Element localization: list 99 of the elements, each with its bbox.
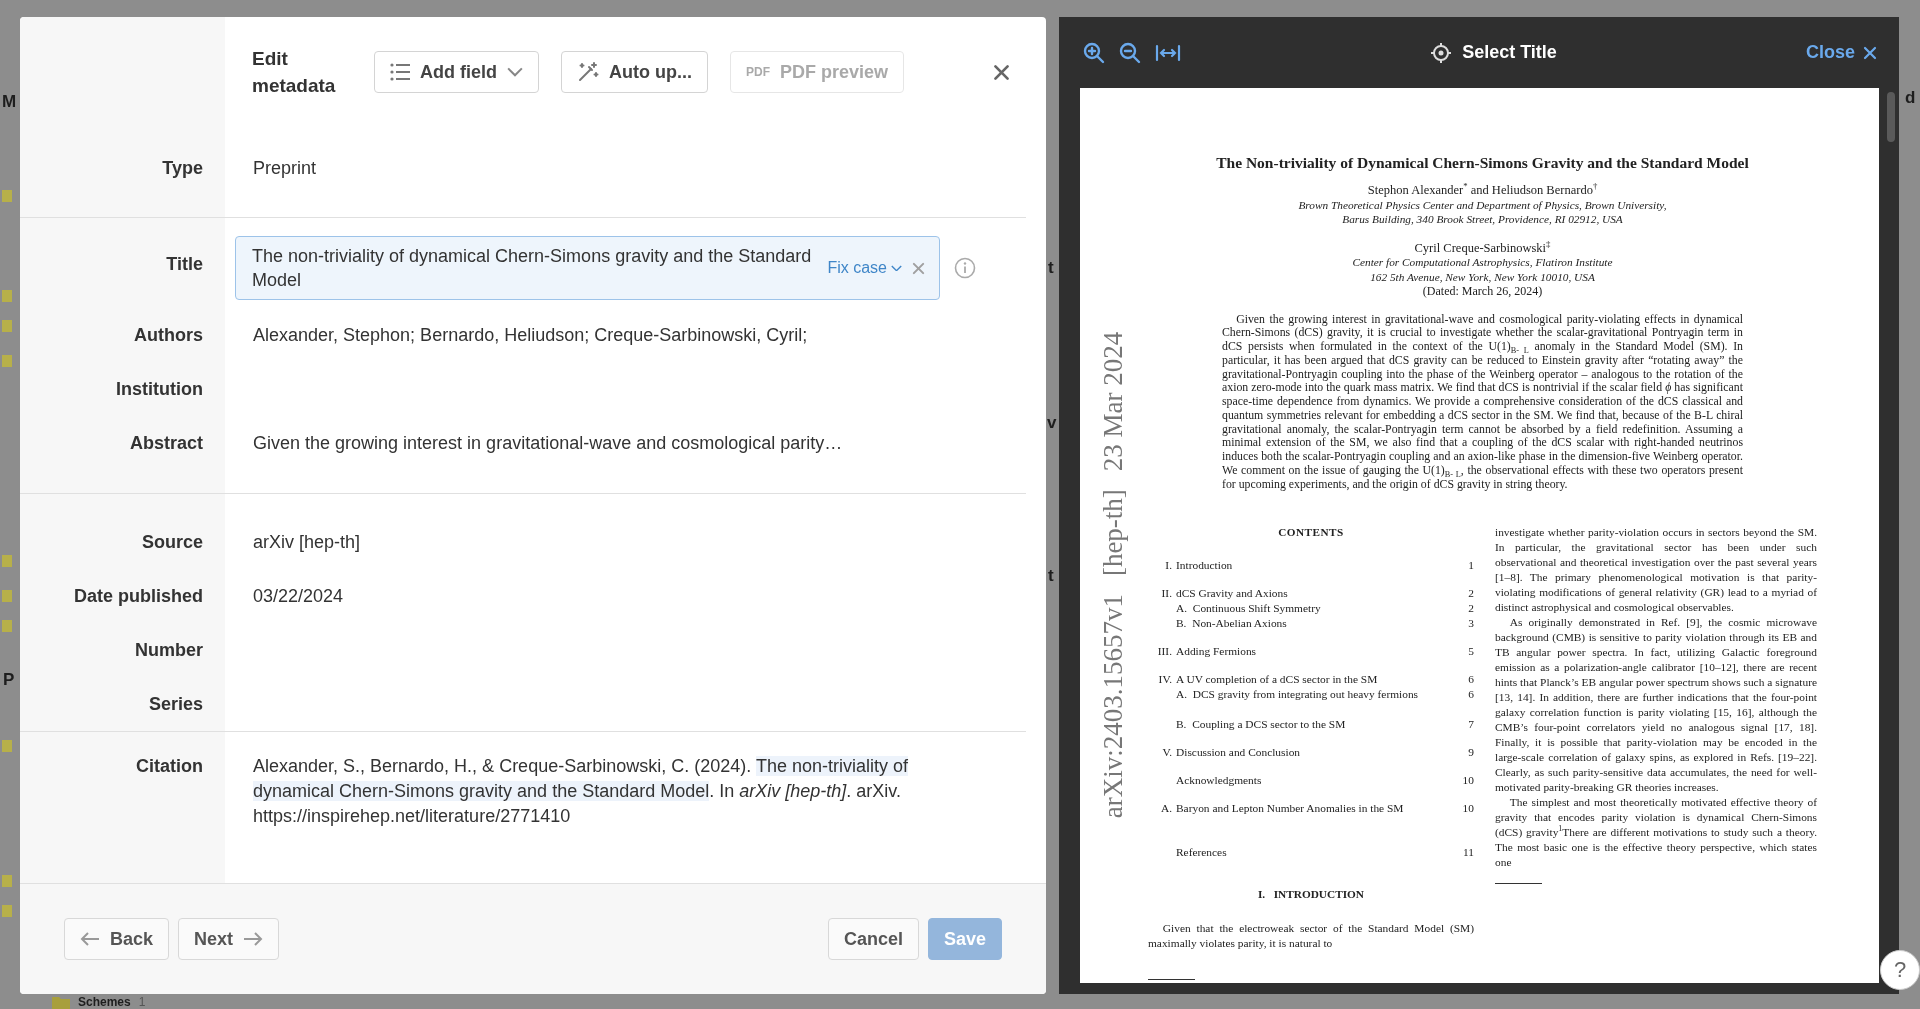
toc-title[interactable]: dCS Gravity and Axions: [1176, 586, 1459, 602]
affiliation-line: 162 5th Avenue, New York, New York 10010, USA: [1369, 269, 1596, 284]
stamp-text: arXiv:2403.15657v1: [1098, 594, 1128, 819]
field-label: Title: [165, 253, 204, 276]
mode-title: Select Title: [1462, 42, 1557, 63]
fit-width-icon[interactable]: [1155, 43, 1181, 62]
author-names: Cyril Creque-Sarbinowski$^{‡}$: [1413, 240, 1552, 255]
toc-page: 2: [1467, 601, 1474, 617]
field-value[interactable]: Alexander, Stephon; Bernardo, Heliudson; Creque-Sarbinowski, Cyril;: [225, 308, 1026, 362]
toc-number: III.: [1156, 644, 1172, 660]
toc-page: 6: [1467, 672, 1474, 688]
folder-count: 1: [138, 995, 146, 1009]
field-label: Citation: [135, 755, 204, 778]
date-line: (Dated: March 26, 2024): [1421, 284, 1544, 299]
close-button[interactable]: [993, 63, 1010, 81]
toc-title[interactable]: B. Coupling a DCS sector to the SM: [1176, 717, 1459, 733]
close-icon: [1863, 45, 1877, 60]
scrollbar[interactable]: [1887, 92, 1895, 142]
toc-title[interactable]: References: [1176, 845, 1459, 861]
next-button[interactable]: Next: [178, 918, 280, 960]
chevron-down-icon: [891, 264, 902, 272]
background-text: t: [1048, 258, 1054, 278]
field-value[interactable]: Preprint: [225, 141, 1026, 195]
body-paragraph: Given that the electroweak sector of the Standard Model (SM) maximally violates parity, it is natural to: [1148, 921, 1474, 952]
arrow-left-icon: [80, 932, 100, 946]
background-text: P: [3, 670, 15, 690]
toc-page: 2: [1467, 586, 1474, 602]
toc-title[interactable]: B. Non-Abelian Axions: [1176, 616, 1459, 632]
toc-title[interactable]: A. Continuous Shift Symmetry: [1176, 601, 1459, 617]
background-text: M: [2, 92, 17, 112]
abstract-paragraph: Given the growing interest in gravitational-wave and cosmological parity-violating effects in dynamical Chern-Simons (dCS) gravity, it is crucial to investigate whether the scalar-gravitational Pontryagin term in dCS persists when formulated in the context of the U(1)$_{B- L}$ anomaly in the Standard Model (SM). In particular, it has been argued that dCS gravity can be reduced to Einstein gravity after “rotating away” the gravitational-Pontryagin coupling into the phase of the Weinberg operator – analogous to the rotation of the axion zero-mode into the quark mass matrix. We find that dCS is nontrivial if the scalar field ϕ has significant space-time dependence from dynamics. We provide a comprehensive consideration of the dCS classical and quantum symmetries relevant for embedding a dCS sector in the SM. We find that, because of the B-L chiral gravitational anomaly, the scalar-Pontryagin term cannot be absorbed by a field redefinition. Assuming a minimal extension of the SM, we also find that a coupling of the dCS scalar with right-handed neutrinos induces both the scalar-Pontryagin coupling and an axion-like phase in the dimension-five Weinberg operator. We comment on the issue of gauging the U(1)$_{B- L}$, the observational effects with these two operators present for upcoming experiments, and the origin of dCS gravity in string theory.: [1222, 312, 1743, 492]
toolbar-button[interactable]: Auto up...: [561, 51, 708, 93]
close-button[interactable]: Close: [1805, 42, 1877, 63]
toolbar-button[interactable]: Add field: [374, 51, 539, 93]
toc-page: 11: [1462, 845, 1474, 861]
toc-title[interactable]: Baryon and Lepton Number Anomalies in the SM: [1176, 801, 1459, 817]
pdf-icon: PDF: [746, 65, 770, 79]
citation-text: Alexander, S., Bernardo, H., & Creque-Sarbinowski, C. (2024). The non-triviality of dynamical Chern-Simons gravity and the Standard Model. In arXiv [hep-th]. arXiv. https://inspirehep.net/literature/2771410: [252, 755, 909, 828]
clear-icon: [912, 261, 925, 275]
field-label: Number: [134, 639, 204, 662]
body-paragraph: investigate whether parity-violation occurs in sectors beyond the SM. In particular, the gravitational sector has been under such observational and theoretical investigation over the past several years [1–8]. The primary phenomenological motivation is that parity-violating modifications of general relativity (GR) lead to a myriad of distinct astrophysical and cosmological observables.: [1495, 525, 1817, 616]
toc-page: 10: [1462, 773, 1474, 789]
toc-title[interactable]: A UV completion of a dCS sector in the SM: [1176, 672, 1459, 688]
cancel-button[interactable]: Cancel: [827, 918, 919, 960]
field-label: Source: [140, 531, 204, 554]
title-field[interactable]: The non-triviality of dynamical Chern-Simons gravity and the Standard Model Fix case: [235, 236, 940, 300]
field-value[interactable]: 03/22/2024: [225, 569, 1026, 623]
contents-heading: CONTENTS: [1277, 525, 1345, 541]
background-text: v: [1047, 413, 1057, 433]
field-label: Abstract: [128, 432, 204, 455]
field-label: Date published: [73, 585, 204, 608]
toc-number: IV.: [1157, 672, 1172, 688]
author-names: Stephon Alexander$^{*}$ and Heliudson Bernardo$^{†}$: [1366, 183, 1599, 198]
toc-page: 10: [1462, 801, 1474, 817]
toc-title[interactable]: A. DCS gravity from integrating out heavy fermions: [1176, 687, 1459, 703]
toc-number: I.: [1164, 558, 1172, 574]
field-label: Authors: [133, 324, 204, 347]
toc-title[interactable]: Introduction: [1176, 558, 1459, 574]
toc-title[interactable]: Adding Fermions: [1176, 644, 1459, 660]
toc-number: A.: [1159, 801, 1172, 817]
toc-page: 5: [1467, 644, 1474, 660]
field-label: Type: [161, 157, 204, 180]
help-button[interactable]: ?: [1880, 950, 1920, 990]
field-label: Series: [147, 693, 204, 716]
body-paragraph: As originally demonstrated in Ref. [9], the cosmic microwave background (CMB) is sensitive to parity violation through its EB and TB angular power spectra. In fact, utilizing Galactic foreground emission as a polarization-angle calibrator [10–12], there are recent hints that Planck’s EB angular power spectrum shows such a signature [13, 14]. In addition, there are further indications that the four-point galaxy correlation function is parity violating [15, 16], although the CMB’s four-point correlators yield no analogous signal [17, 18]. Finally, it is possible that parity-violation may be encoded in the large-scale correlation of galaxy spins, as explored in Refs. [19–22]. Clearly, as such parity-sensitive data accumulates, the need for well-motivated parity-breaking GR theories increases.: [1495, 615, 1817, 796]
background-text: t: [1048, 566, 1054, 586]
arrow-right-icon: [243, 932, 264, 946]
close-icon: [993, 63, 1010, 81]
toc-number: II.: [1160, 586, 1172, 602]
list-icon: [390, 63, 410, 81]
field-value[interactable]: Given the growing interest in gravitational-wave and cosmological parity…: [225, 416, 1026, 470]
fix-case-button[interactable]: Fix case: [827, 259, 902, 277]
body-paragraph: The simplest and most theoretically motivated effective theory of gravity that encodes parity violation is dynamical Chern-Simons (dCS) gravity$^{1}$There are different motivations to study such a theory. The most basic one is the effective theory perspective, which states one: [1495, 795, 1817, 871]
toc-page: 3: [1467, 616, 1474, 632]
affiliation-line: Barus Building, 340 Brook Street, Providence, RI 02912, USA: [1341, 212, 1624, 227]
chevron-down-icon: [507, 67, 523, 77]
stamp-text: [hep-th]: [1098, 489, 1128, 577]
dialog-title: Edit metadata: [252, 47, 337, 98]
toc-page: 9: [1467, 745, 1474, 761]
field-value[interactable]: arXiv [hep-th]: [225, 515, 1026, 569]
toc-title[interactable]: Discussion and Conclusion: [1176, 745, 1459, 761]
toc-page: 6: [1467, 687, 1474, 703]
toc-page: 1: [1467, 558, 1474, 574]
back-button[interactable]: Back: [64, 918, 170, 960]
field-label: Institution: [115, 378, 204, 401]
toc-number: V.: [1161, 745, 1172, 761]
stamp-text: 23 Mar 2024: [1098, 331, 1128, 472]
zoom-out-icon[interactable]: [1119, 41, 1141, 64]
paper-title: The Non-triviality of Dynamical Chern-Simons Gravity and the Standard Model: [1215, 153, 1750, 173]
magic-wand-icon: [577, 61, 599, 83]
background-text: d: [1905, 88, 1916, 108]
folder-name: Schemes: [78, 995, 131, 1009]
crosshair-icon: [1430, 41, 1453, 64]
section-heading: I. INTRODUCTION: [1256, 887, 1366, 903]
toc-page: 7: [1467, 717, 1474, 733]
affiliation-line: Brown Theoretical Physics Center and Department of Physics, Brown University,: [1297, 197, 1668, 212]
affiliation-line: Center for Computational Astrophysics, Flatiron Institute: [1351, 255, 1614, 270]
zoom-in-icon[interactable]: [1083, 41, 1105, 64]
toc-title[interactable]: Acknowledgments: [1176, 773, 1459, 789]
